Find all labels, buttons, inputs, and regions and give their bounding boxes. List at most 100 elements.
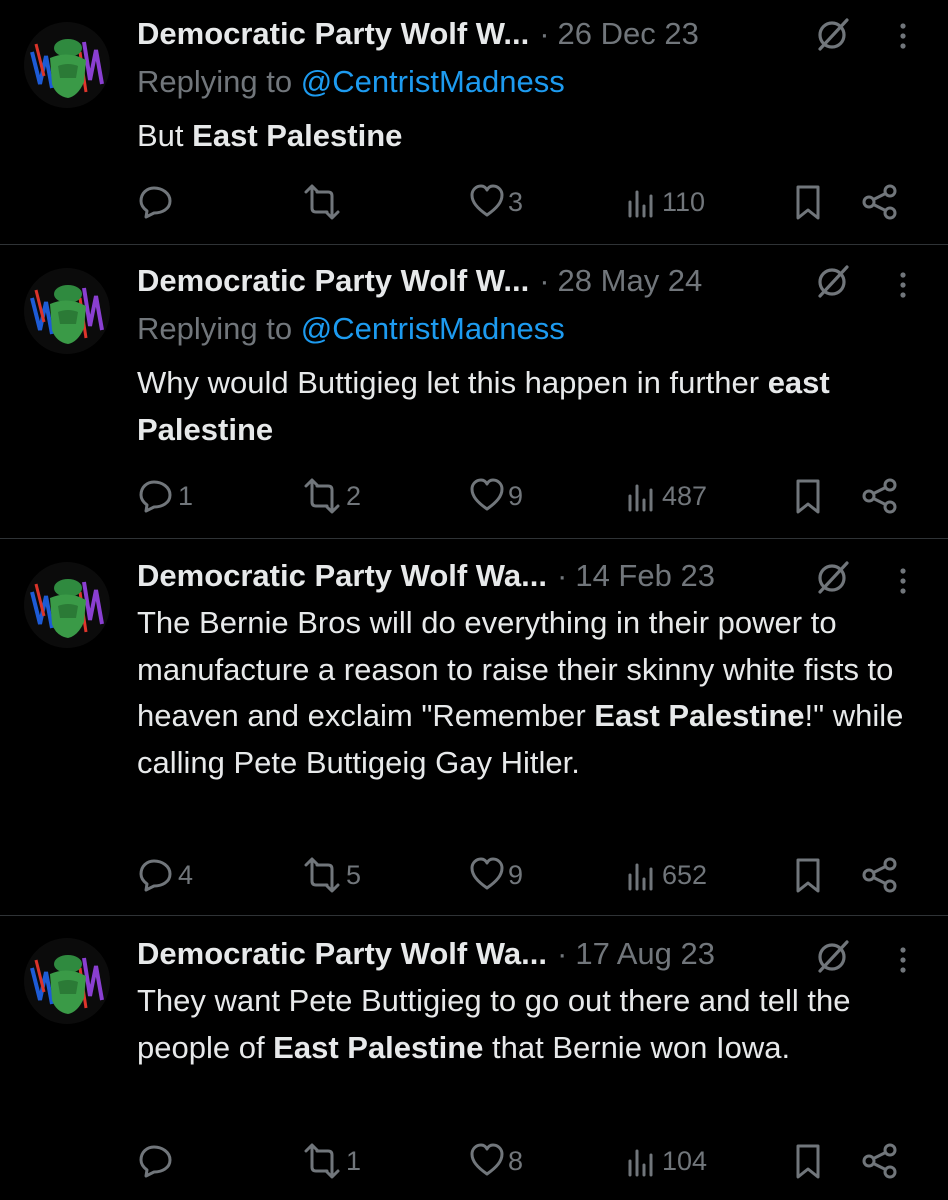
action-bar: 1 2 9 487: [0, 476, 948, 516]
like-count: 9: [508, 859, 524, 890]
author-name[interactable]: Democratic Party Wolf W...: [137, 12, 529, 56]
share-button[interactable]: [860, 855, 900, 895]
retweet-button[interactable]: 1: [300, 1141, 361, 1181]
tweet-text-segment: But: [137, 118, 193, 153]
reply-button[interactable]: 1: [136, 476, 193, 516]
views-button[interactable]: 110: [624, 182, 705, 222]
retweet-button[interactable]: [300, 182, 346, 222]
reply-button[interactable]: [136, 1141, 178, 1181]
tweet-text-bold: East Palestine: [273, 1029, 484, 1065]
share-button[interactable]: [860, 476, 900, 516]
share-icon: [862, 184, 897, 220]
tweet-date[interactable]: 17 Aug 23: [575, 932, 715, 976]
like-button[interactable]: 9: [468, 855, 523, 895]
bookmark-button[interactable]: [790, 476, 826, 516]
like-icon: [470, 1143, 504, 1176]
avatar[interactable]: [24, 268, 110, 354]
retweet-count: 5: [346, 859, 362, 890]
bookmark-button[interactable]: [790, 182, 826, 222]
tweet-date[interactable]: 14 Feb 23: [575, 554, 715, 598]
views-button[interactable]: 104: [624, 1141, 707, 1181]
share-icon: [862, 478, 897, 514]
more-icon[interactable]: [896, 18, 910, 54]
share-icon: [862, 1143, 897, 1179]
replying-handle[interactable]: @CentristMadness: [301, 64, 565, 99]
replying-prefix: Replying to: [137, 311, 301, 346]
more-icon[interactable]: [896, 267, 910, 303]
retweet-count: 1: [346, 1145, 362, 1176]
tweet-text: Why would Buttigieg let this happen in f…: [137, 360, 927, 453]
views-count: 487: [662, 480, 708, 511]
retweet-button[interactable]: 2: [300, 476, 361, 516]
like-button[interactable]: 3: [468, 182, 523, 222]
reply-count: 4: [178, 859, 194, 890]
like-icon: [470, 478, 504, 511]
views-count: 110: [662, 186, 706, 217]
views-icon: [628, 190, 653, 218]
action-bar: 4 5 9 652: [0, 855, 948, 895]
grok-icon[interactable]: [815, 559, 851, 595]
bookmark-icon: [796, 1144, 820, 1179]
replying-prefix: Replying to: [137, 64, 301, 99]
share-button[interactable]: [860, 182, 900, 222]
more-icon[interactable]: [896, 942, 910, 978]
avatar[interactable]: [24, 22, 110, 108]
retweet-icon: [304, 1143, 340, 1179]
like-count: 3: [508, 186, 524, 217]
reply-icon: [139, 859, 172, 892]
tweet[interactable]: Democratic Party Wolf Wa... · 14 Feb 23 …: [0, 539, 948, 915]
tweet[interactable]: Democratic Party Wolf Wa... · 17 Aug 23 …: [0, 916, 948, 1200]
tweet-text-segment: Why would Buttigieg let this happen in f…: [137, 365, 768, 400]
like-count: 9: [508, 480, 524, 511]
more-icon[interactable]: [896, 563, 910, 599]
reply-count: 1: [178, 480, 194, 511]
like-icon: [470, 857, 504, 890]
reply-icon: [139, 186, 172, 219]
replying-handle[interactable]: @CentristMadness: [301, 311, 565, 346]
avatar[interactable]: [24, 938, 110, 1024]
views-icon: [628, 484, 653, 512]
like-count: 8: [508, 1145, 524, 1176]
retweet-icon: [304, 478, 340, 514]
reply-icon: [139, 480, 172, 513]
tweet[interactable]: Democratic Party Wolf W... · 28 May 24 R…: [0, 245, 948, 538]
bookmark-button[interactable]: [790, 1141, 826, 1181]
bookmark-button[interactable]: [790, 855, 826, 895]
author-name[interactable]: Democratic Party Wolf Wa...: [137, 554, 547, 598]
views-icon: [628, 863, 653, 891]
retweet-button[interactable]: 5: [300, 855, 361, 895]
action-bar: 3 110: [0, 182, 948, 222]
views-count: 652: [662, 859, 708, 890]
tweet[interactable]: Democratic Party Wolf W... · 26 Dec 23 R…: [0, 0, 948, 244]
author-name[interactable]: Democratic Party Wolf Wa...: [137, 932, 547, 976]
bookmark-icon: [796, 185, 820, 220]
separator-dot: ·: [557, 558, 568, 593]
tweet-text: The Bernie Bros will do everything in th…: [137, 600, 927, 786]
separator-dot: ·: [539, 263, 550, 298]
author-name[interactable]: Democratic Party Wolf W...: [137, 259, 529, 303]
grok-icon[interactable]: [815, 16, 851, 52]
retweet-icon: [304, 857, 340, 893]
views-count: 104: [662, 1145, 708, 1176]
separator-dot: ·: [557, 936, 568, 971]
grok-icon[interactable]: [815, 263, 851, 299]
reply-button[interactable]: [136, 182, 178, 222]
tweet-date[interactable]: 26 Dec 23: [558, 12, 699, 56]
share-button[interactable]: [860, 1141, 900, 1181]
views-button[interactable]: 652: [624, 855, 707, 895]
like-button[interactable]: 9: [468, 476, 523, 516]
reply-button[interactable]: 4: [136, 855, 193, 895]
tweet-text: But East Palestine: [137, 113, 927, 160]
like-button[interactable]: 8: [468, 1141, 523, 1181]
retweet-icon: [304, 184, 340, 220]
action-bar: 1 8 104: [0, 1141, 948, 1181]
avatar[interactable]: [24, 562, 110, 648]
tweet-date[interactable]: 28 May 24: [558, 259, 703, 303]
separator-dot: ·: [539, 16, 550, 51]
tweet-text-segment: that Bernie won Iowa.: [483, 1029, 791, 1065]
views-icon: [628, 1149, 653, 1177]
tweet-text-bold: East Palestine: [192, 118, 403, 153]
share-icon: [862, 857, 897, 893]
views-button[interactable]: 487: [624, 476, 707, 516]
grok-icon[interactable]: [815, 938, 851, 974]
